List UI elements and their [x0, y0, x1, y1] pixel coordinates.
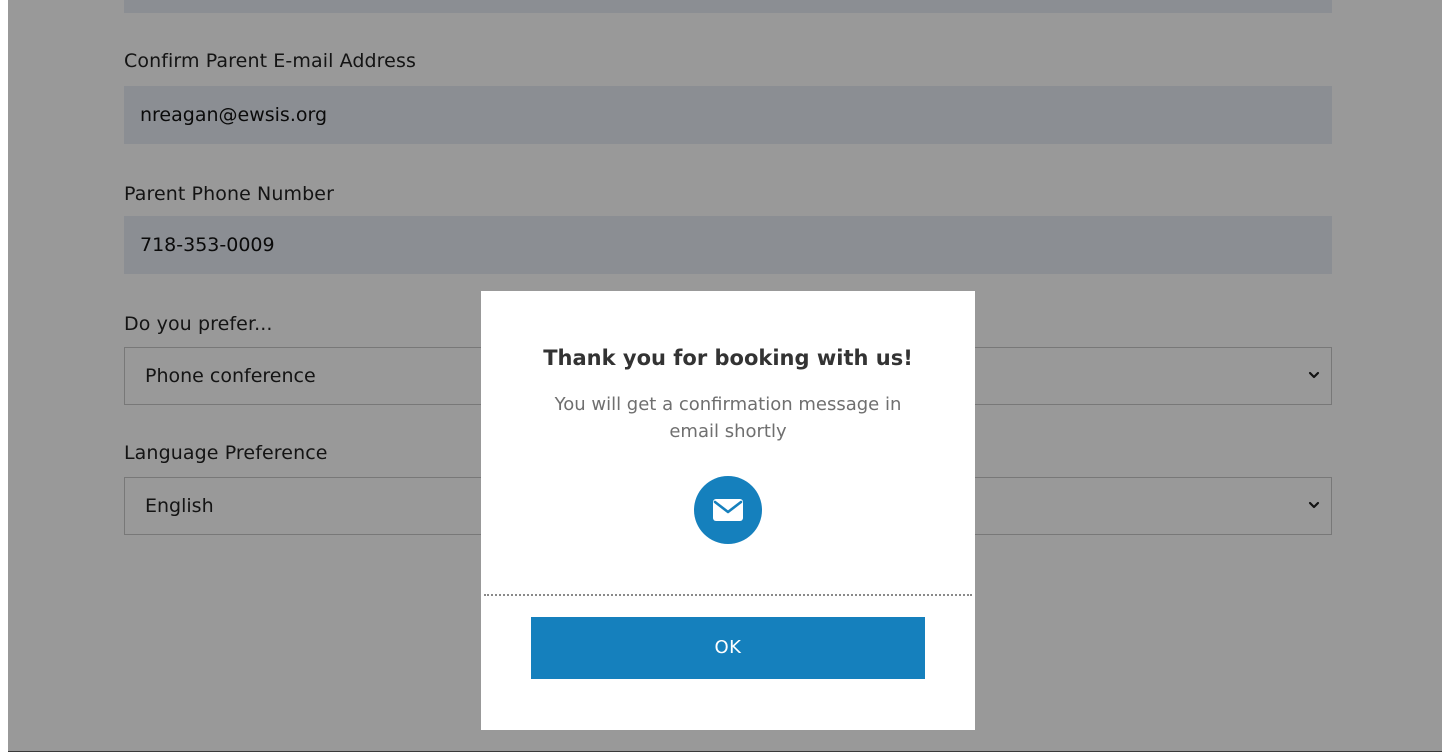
booking-confirmation-dialog: Thank you for booking with us! You will … — [481, 291, 975, 730]
ok-button[interactable]: OK — [531, 617, 925, 679]
dialog-title: Thank you for booking with us! — [543, 346, 913, 370]
dialog-divider — [484, 594, 972, 596]
envelope-icon — [694, 476, 762, 544]
dialog-message: You will get a confirmation message in e… — [554, 394, 902, 442]
